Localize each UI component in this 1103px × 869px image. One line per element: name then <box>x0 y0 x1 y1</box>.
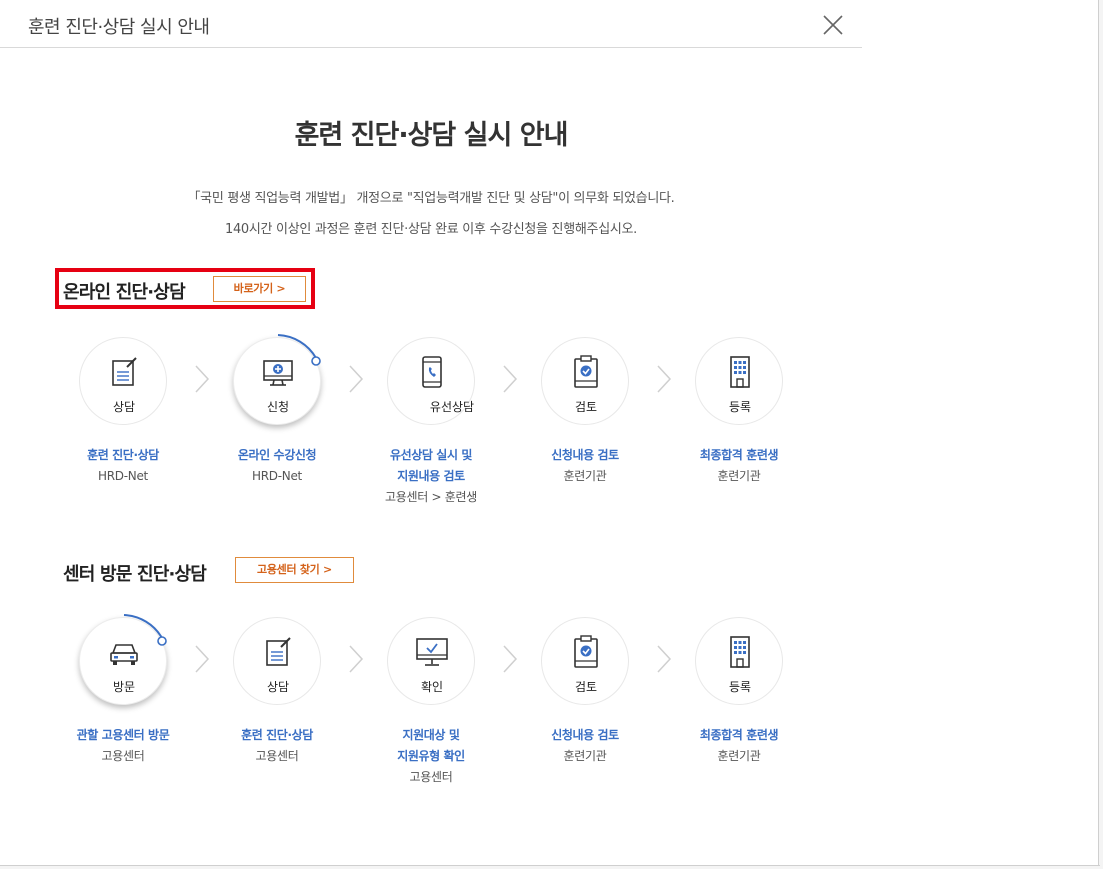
step-circle-active: 신청 <box>233 334 321 425</box>
window-bottom-edge <box>0 865 1100 869</box>
step-sub: HRD-Net <box>98 469 148 483</box>
building-icon <box>730 356 750 388</box>
step-label: 검토 <box>574 680 598 694</box>
online-step-phone-consult: 유선상담 유선상담 실시 및 지원내용 검토 고용센터 > 훈련생 <box>356 337 506 508</box>
step-sub: 훈련기관 <box>563 469 607 483</box>
step-title: 최종합격 훈련생 <box>699 728 779 742</box>
step-title: 훈련 진단·상담 <box>241 728 313 742</box>
step-title: 온라인 수강신청 <box>237 448 317 462</box>
step-circle: 등록 <box>695 617 783 705</box>
step-label: 등록 <box>728 400 752 414</box>
step-label: 신청 <box>266 400 290 414</box>
step-title: 지원대상 및 <box>402 728 460 742</box>
step-circle: 확인 <box>387 617 475 705</box>
center-step-visit: 방문 관할 고용센터 방문 고용센터 <box>48 614 198 767</box>
clipboard-check-icon <box>574 355 598 388</box>
page-title: 훈련 진단·상담 실시 안내 <box>294 120 569 151</box>
online-step-register: 등록 최종합격 훈련생 훈련기관 <box>664 337 814 487</box>
step-sub: 훈련기관 <box>717 749 761 763</box>
step-sub: 훈련기관 <box>563 749 607 763</box>
step-circle: 상담 <box>233 617 321 705</box>
phone-icon <box>422 356 442 388</box>
step-title: 훈련 진단·상담 <box>87 448 159 462</box>
online-section-title: 온라인 진단·상담 <box>63 282 186 303</box>
center-step-consult: 상담 훈련 진단·상담 고용센터 <box>202 617 352 767</box>
step-label: 상담 <box>112 400 136 414</box>
close-button[interactable] <box>820 12 846 38</box>
clipboard-check-icon <box>574 635 598 668</box>
center-step-confirm: 확인 지원대상 및 지원유형 확인 고용센터 <box>356 617 506 788</box>
step-title: 관할 고용센터 방문 <box>76 728 170 742</box>
step-circle-active: 방문 <box>79 614 167 705</box>
consult-icon <box>112 357 137 386</box>
step-circle: 유선상담 <box>387 337 475 425</box>
step-label: 방문 <box>112 680 136 694</box>
step-sub: 훈련기관 <box>717 469 761 483</box>
step-title-line2: 지원유형 확인 <box>397 749 465 763</box>
step-title-line2: 지원내용 검토 <box>397 469 465 483</box>
center-step-register: 등록 최종합격 훈련생 훈련기관 <box>664 617 814 767</box>
step-sub: 고용센터 <box>101 749 145 763</box>
step-label: 등록 <box>728 680 752 694</box>
building-icon <box>730 636 750 668</box>
step-label: 유선상담 <box>429 400 475 414</box>
step-sub: HRD-Net <box>252 469 302 483</box>
notice-subtext: 140시간 이상인 과정은 훈련 진단·상담 완료 이후 수강신청을 진행해주십… <box>224 222 638 237</box>
car-icon <box>110 644 138 665</box>
step-title: 신청내용 검토 <box>551 448 619 462</box>
step-sub: 고용센터 <box>409 770 453 784</box>
close-icon <box>823 15 843 35</box>
step-circle: 상담 <box>79 337 167 425</box>
step-sub: 고용센터 > 훈련생 <box>385 490 477 504</box>
consult-icon <box>266 637 291 666</box>
notice-text: 「국민 평생 직업능력 개발법」 개정으로 "직업능력개발 진단 및 상담"이 … <box>187 191 675 206</box>
find-center-button[interactable]: 고용센터 찾기 > <box>235 557 354 583</box>
step-label: 상담 <box>266 680 290 694</box>
step-label: 확인 <box>420 680 444 694</box>
window-right-edge <box>1098 0 1103 869</box>
center-step-review: 검토 신청내용 검토 훈련기관 <box>510 617 660 767</box>
step-sub: 고용센터 <box>255 749 299 763</box>
step-circle: 검토 <box>541 617 629 705</box>
monitor-plus-icon <box>263 360 293 386</box>
dialog-title: 훈련 진단·상담 실시 안내 <box>28 17 210 38</box>
online-step-consult: 상담 훈련 진단·상담 HRD-Net <box>48 337 198 487</box>
online-step-apply: 신청 온라인 수강신청 HRD-Net <box>202 334 352 487</box>
step-title: 최종합격 훈련생 <box>699 448 779 462</box>
step-title: 유선상담 실시 및 <box>389 448 473 462</box>
step-title: 신청내용 검토 <box>551 728 619 742</box>
online-step-review: 검토 신청내용 검토 훈련기관 <box>510 337 660 487</box>
step-circle: 등록 <box>695 337 783 425</box>
step-label: 검토 <box>574 400 598 414</box>
step-circle: 검토 <box>541 337 629 425</box>
monitor-check-icon <box>416 638 448 666</box>
dialog-header: 훈련 진단·상담 실시 안내 <box>0 0 862 48</box>
center-section-title: 센터 방문 진단·상담 <box>63 564 207 585</box>
go-online-button[interactable]: 바로가기 > <box>213 276 306 302</box>
